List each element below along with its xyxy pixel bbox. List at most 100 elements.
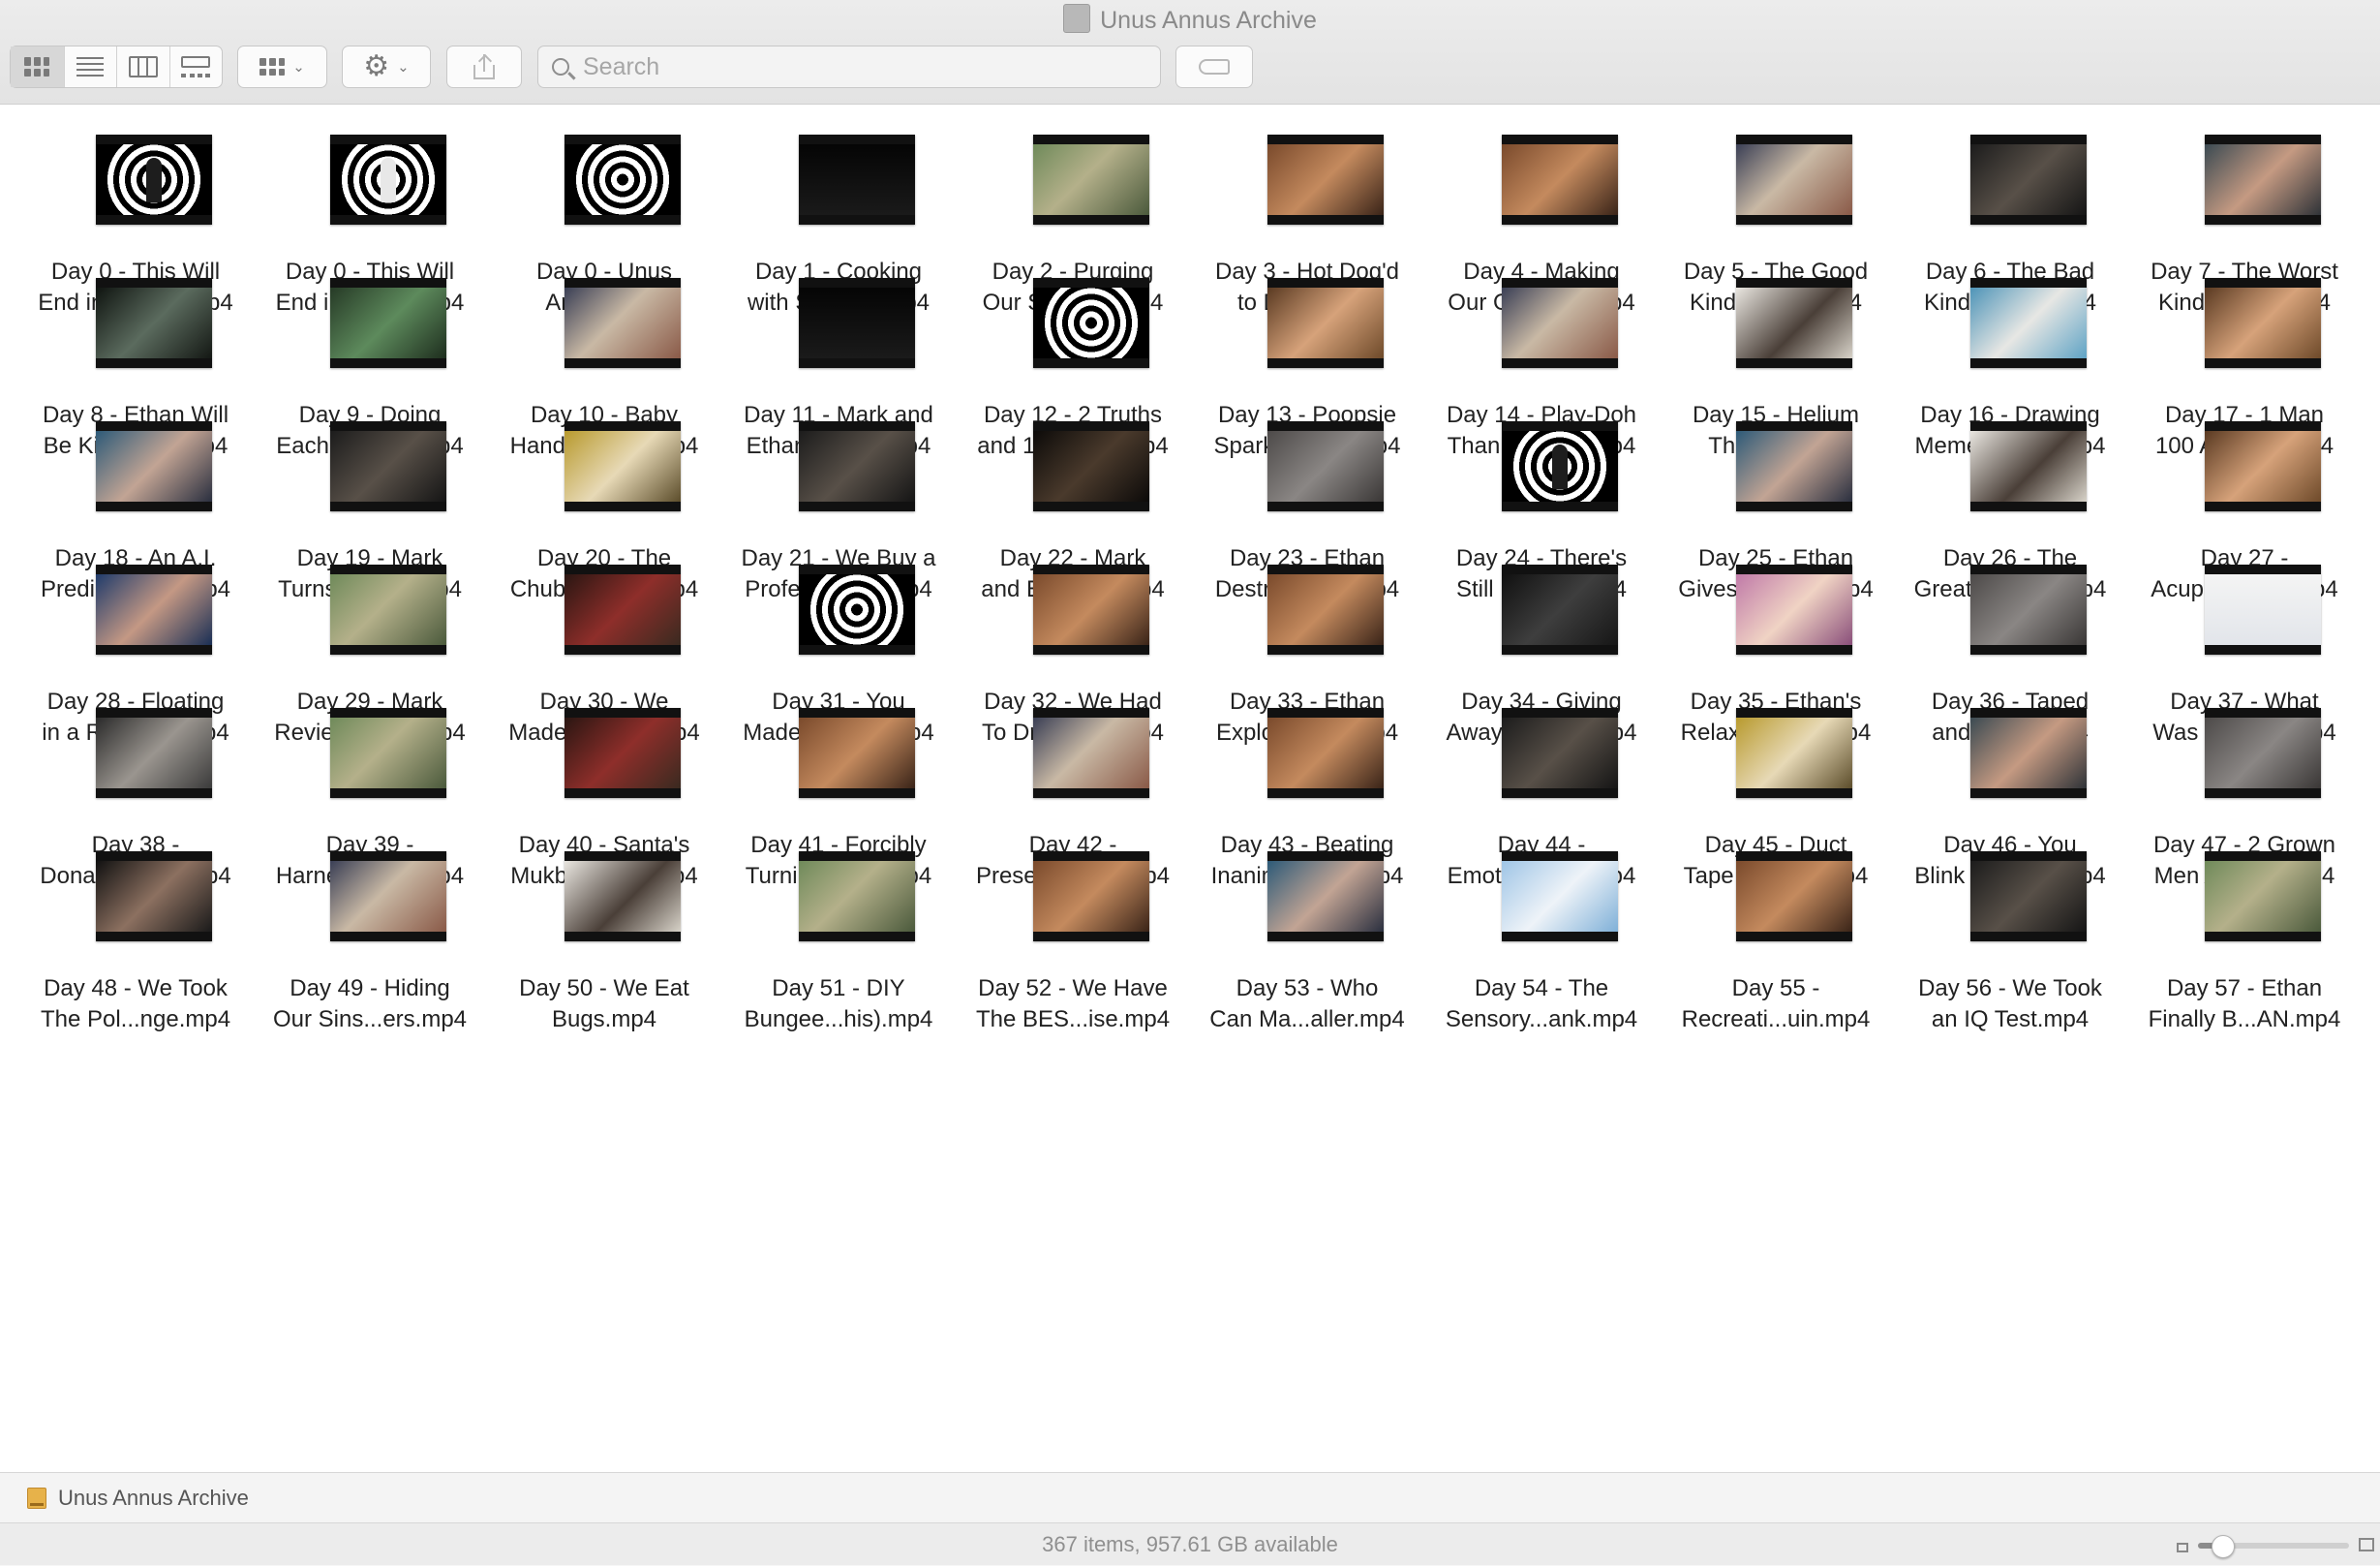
icon-size-slider[interactable] — [2198, 1535, 2349, 1558]
video-thumbnail — [799, 708, 915, 798]
video-thumbnail — [330, 851, 446, 941]
share-button[interactable] — [446, 46, 522, 88]
gallery-view-icon — [181, 56, 211, 77]
icon-view-button[interactable] — [11, 46, 64, 87]
search-input[interactable] — [581, 51, 1127, 82]
file-name-line: Sensory...ank.mp4 — [1445, 1006, 1638, 1032]
file-name-line: Day 51 - DIY — [772, 975, 905, 1001]
video-thumbnail — [1267, 421, 1384, 511]
file-item[interactable]: Day 50 - We Eat Bugs.mp4 — [487, 821, 721, 1034]
gallery-view-button[interactable] — [168, 46, 223, 87]
drive-folder-icon — [27, 1487, 46, 1509]
file-item[interactable]: Day 53 - Who Can Ma...aller.mp4 — [1190, 821, 1424, 1034]
file-item[interactable]: Day 54 - The Sensory...ank.mp4 — [1424, 821, 1659, 1034]
group-by-icon — [259, 58, 286, 76]
file-name-line: Day 53 - Who — [1236, 975, 1379, 1001]
file-name-line: Day 54 - The — [1474, 975, 1609, 1001]
video-thumbnail — [96, 135, 212, 225]
file-name-label: Day 52 - We Have The BES...ise.mp4 — [960, 973, 1186, 1035]
view-mode-selector — [10, 46, 223, 88]
file-name-line: an IQ Test.mp4 — [1931, 1006, 2090, 1032]
video-thumbnail — [96, 708, 212, 798]
video-thumbnail — [1502, 851, 1618, 941]
video-thumbnail — [799, 565, 915, 655]
icon-view-icon — [24, 57, 50, 77]
file-item[interactable]: Day 49 - Hiding Our Sins...ers.mp4 — [253, 821, 487, 1034]
video-thumbnail — [2205, 421, 2321, 511]
list-view-icon — [76, 57, 105, 77]
icon-size-slider-knob[interactable] — [2211, 1535, 2235, 1558]
video-thumbnail — [1502, 135, 1618, 225]
video-thumbnail — [1267, 851, 1384, 941]
file-name-label: Day 49 - Hiding Our Sins...ers.mp4 — [257, 973, 483, 1035]
file-name-line: Day 50 - We Eat — [519, 975, 689, 1001]
file-name-line: Day 57 - Ethan — [2166, 975, 2323, 1001]
video-thumbnail — [1033, 421, 1149, 511]
file-name-label: Day 55 - Recreati...uin.mp4 — [1663, 973, 1889, 1035]
video-thumbnail — [2205, 851, 2321, 941]
video-thumbnail — [1033, 851, 1149, 941]
video-thumbnail — [1502, 565, 1618, 655]
drive-icon — [1063, 4, 1091, 33]
path-bar: Unus Annus Archive — [0, 1472, 2380, 1522]
video-thumbnail — [2205, 278, 2321, 368]
file-item[interactable]: Day 51 - DIY Bungee...his).mp4 — [721, 821, 956, 1034]
video-thumbnail — [1502, 708, 1618, 798]
file-item[interactable]: Day 56 - We Took an IQ Test.mp4 — [1893, 821, 2127, 1034]
video-thumbnail — [1267, 135, 1384, 225]
chevron-down-icon: ⌄ — [292, 59, 305, 76]
list-view-button[interactable] — [63, 46, 117, 87]
status-text: 367 items, 957.61 GB available — [1042, 1532, 1338, 1556]
window-title: Unus Annus Archive — [0, 4, 2380, 35]
video-thumbnail — [1736, 421, 1852, 511]
file-name-line: Day 48 - We Took — [44, 975, 228, 1001]
file-item[interactable]: Day 55 - Recreati...uin.mp4 — [1659, 821, 1893, 1034]
video-thumbnail — [330, 708, 446, 798]
column-view-button[interactable] — [116, 46, 169, 87]
action-menu-button[interactable]: ⚙ ⌄ — [342, 46, 431, 88]
file-name-label: Day 56 - We Took an IQ Test.mp4 — [1897, 973, 2123, 1035]
video-thumbnail — [2205, 135, 2321, 225]
search-field[interactable] — [537, 46, 1161, 88]
file-name-line: Day 49 - Hiding — [290, 975, 450, 1001]
small-icon-size-icon — [2177, 1543, 2188, 1552]
video-thumbnail — [1970, 565, 2087, 655]
file-name-label: Day 48 - We Took The Pol...nge.mp4 — [22, 973, 249, 1035]
video-thumbnail — [1267, 565, 1384, 655]
window-toolbar: Unus Annus Archive ⌄ ⚙ ⌄ — [0, 0, 2380, 105]
video-thumbnail — [564, 135, 681, 225]
video-thumbnail — [1970, 708, 2087, 798]
chevron-down-icon: ⌄ — [397, 59, 410, 76]
path-bar-label[interactable]: Unus Annus Archive — [58, 1486, 249, 1511]
video-thumbnail — [1033, 708, 1149, 798]
video-thumbnail — [330, 278, 446, 368]
file-name-line: Bugs.mp4 — [551, 1006, 657, 1032]
file-item[interactable]: Day 52 - We Have The BES...ise.mp4 — [956, 821, 1190, 1034]
video-thumbnail — [1267, 278, 1384, 368]
share-icon — [473, 53, 495, 79]
tags-button[interactable] — [1175, 46, 1253, 88]
video-thumbnail — [2205, 708, 2321, 798]
column-view-icon — [128, 56, 158, 77]
video-thumbnail — [1736, 278, 1852, 368]
gear-icon: ⚙ — [363, 50, 390, 82]
video-thumbnail — [330, 135, 446, 225]
search-icon — [552, 58, 569, 76]
video-thumbnail — [1736, 708, 1852, 798]
file-item[interactable]: Day 57 - Ethan Finally B...AN.mp4 — [2127, 821, 2362, 1034]
video-thumbnail — [564, 565, 681, 655]
video-thumbnail — [1970, 135, 2087, 225]
video-thumbnail — [1033, 565, 1149, 655]
window-title-text: Unus Annus Archive — [1100, 7, 1317, 34]
video-thumbnail — [564, 708, 681, 798]
video-thumbnail — [330, 421, 446, 511]
file-name-line: Day 52 - We Have — [978, 975, 1168, 1001]
video-thumbnail — [330, 565, 446, 655]
file-item[interactable]: Day 48 - We Took The Pol...nge.mp4 — [18, 821, 253, 1034]
video-thumbnail — [1033, 278, 1149, 368]
file-name-label: Day 54 - The Sensory...ank.mp4 — [1428, 973, 1655, 1035]
file-name-line: Our Sins...ers.mp4 — [272, 1006, 468, 1032]
video-thumbnail — [799, 421, 915, 511]
group-by-button[interactable]: ⌄ — [237, 46, 327, 88]
status-bar: 367 items, 957.61 GB available — [0, 1522, 2380, 1565]
